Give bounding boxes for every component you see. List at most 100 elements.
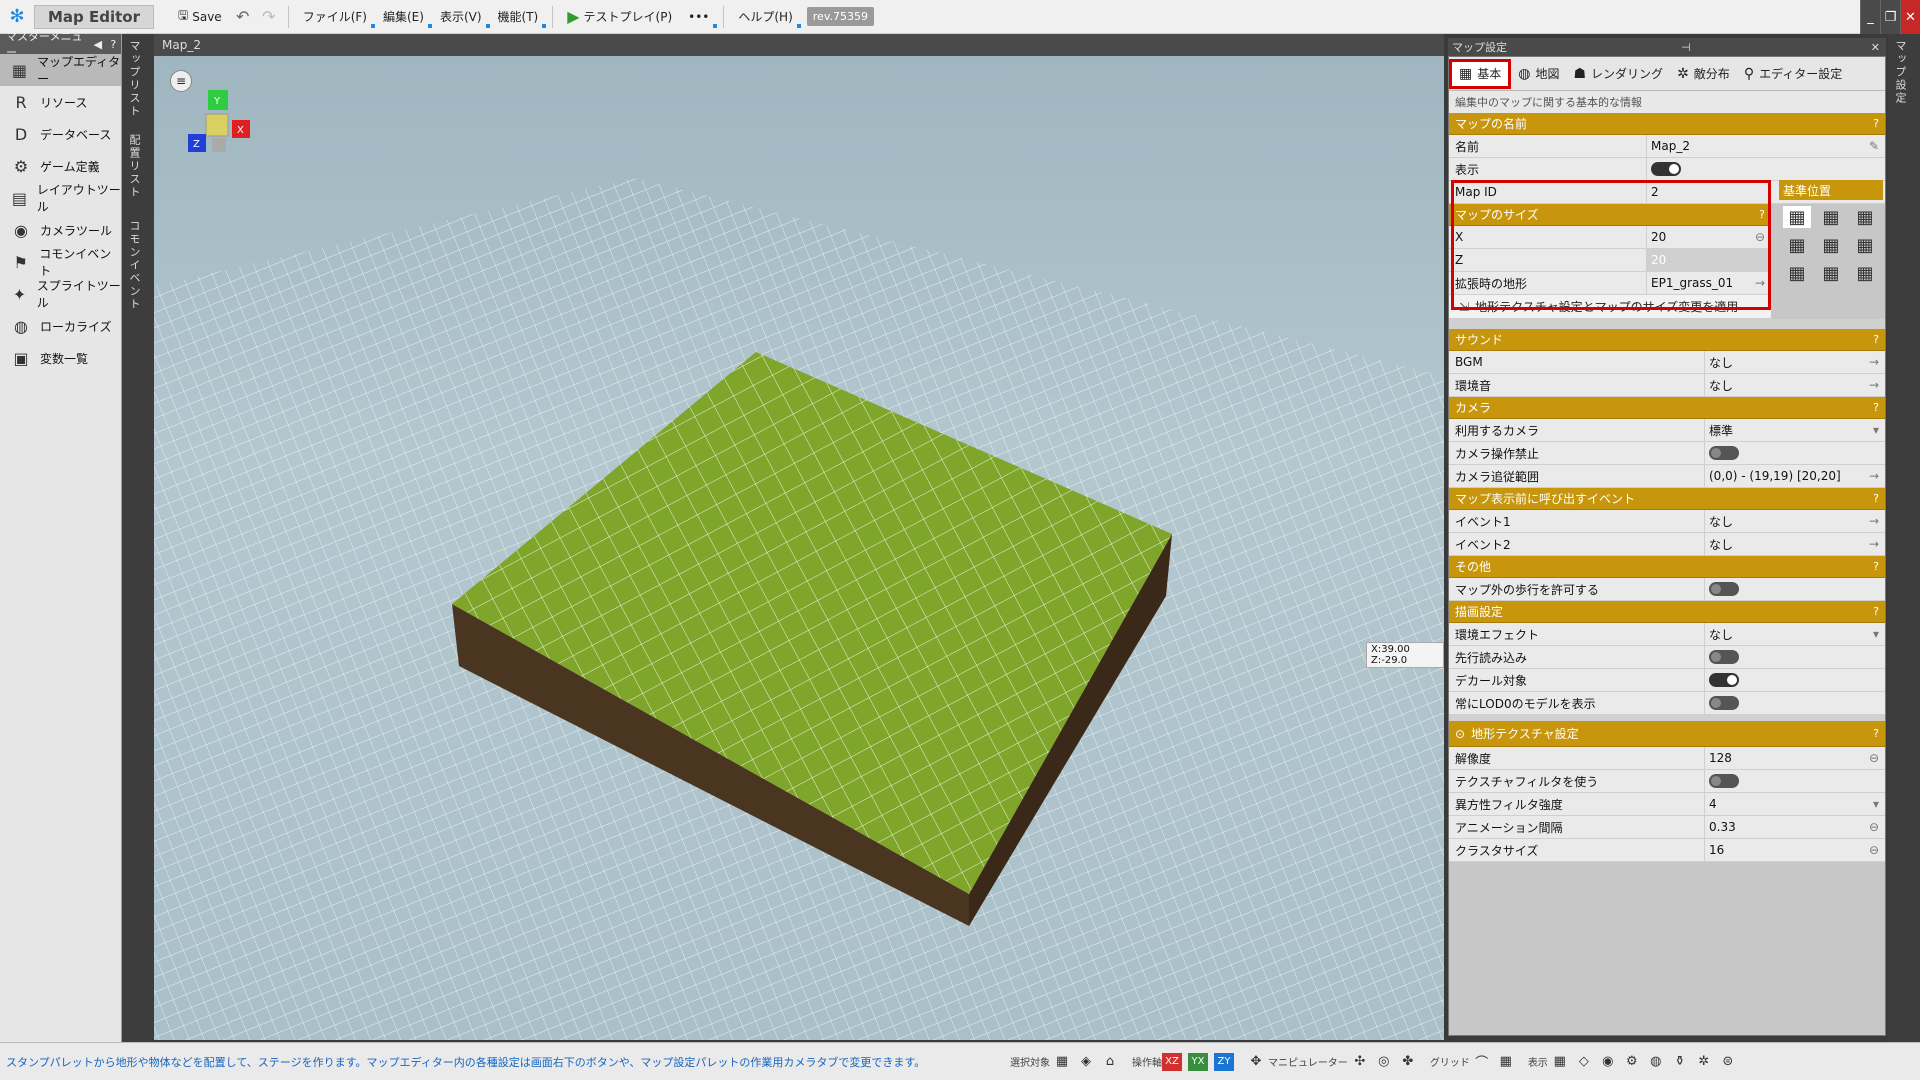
- menu-item-game-definition[interactable]: ⚙ ゲーム定義: [0, 150, 121, 182]
- menu-item-camera-tool[interactable]: ◉ カメラツール: [0, 214, 121, 246]
- lod0-toggle[interactable]: [1709, 696, 1739, 710]
- axis-zy-button[interactable]: ZY: [1214, 1052, 1234, 1071]
- tab-editor-settings[interactable]: ⚲ エディター設定: [1737, 59, 1849, 89]
- help-icon[interactable]: ?: [1873, 492, 1879, 505]
- save-button[interactable]: 🖫 Save: [170, 4, 230, 30]
- anchor-bottom-right-icon[interactable]: ▦: [1851, 262, 1879, 284]
- pin-icon[interactable]: ⊣: [1681, 41, 1691, 54]
- stepper-icon[interactable]: ⊖: [1755, 230, 1765, 244]
- display-cylinder-icon[interactable]: ⊜: [1716, 1050, 1740, 1074]
- display-cube-icon[interactable]: ◇: [1572, 1050, 1596, 1074]
- menu-item-sprite-tool[interactable]: ✦ スプライトツール: [0, 278, 121, 310]
- arrow-right-icon[interactable]: →: [1869, 355, 1879, 369]
- stepper-icon[interactable]: ⊖: [1869, 751, 1879, 765]
- manipulator-icon[interactable]: ✥: [1244, 1050, 1268, 1074]
- anchor-middle-left-icon[interactable]: ▦: [1783, 234, 1811, 256]
- display-globe-icon[interactable]: ◍: [1644, 1050, 1668, 1074]
- walk-outside-toggle[interactable]: [1709, 582, 1739, 596]
- menu-file[interactable]: ファイル(F): [295, 4, 375, 30]
- visible-toggle[interactable]: [1651, 162, 1681, 176]
- menu-edit[interactable]: 編集(E): [375, 4, 432, 30]
- edit-icon[interactable]: ✎: [1869, 139, 1879, 153]
- help-icon[interactable]: ?: [1873, 727, 1879, 740]
- side-tab-map-settings[interactable]: マップ設定: [1892, 40, 1908, 105]
- event1-field[interactable]: なし →: [1705, 510, 1885, 532]
- menu-tools[interactable]: 機能(T): [490, 4, 547, 30]
- select-object-icon[interactable]: ◈: [1074, 1050, 1098, 1074]
- maximize-icon[interactable]: ❐: [1880, 0, 1900, 34]
- display-bottle-icon[interactable]: ⚱: [1668, 1050, 1692, 1074]
- camera-select[interactable]: 標準 ▾: [1705, 419, 1885, 441]
- env-effect-select[interactable]: なし ▾: [1705, 623, 1885, 645]
- undo-icon[interactable]: ↶: [230, 4, 256, 30]
- redo-icon[interactable]: ↷: [256, 4, 282, 30]
- dropdown-icon[interactable]: ▾: [1873, 627, 1879, 641]
- select-grid-icon[interactable]: ▦: [1050, 1050, 1074, 1074]
- help-icon[interactable]: ?: [1873, 605, 1879, 618]
- menu-view[interactable]: 表示(V): [432, 4, 490, 30]
- help-icon[interactable]: ?: [106, 38, 121, 51]
- arrow-right-icon[interactable]: →: [1869, 514, 1879, 528]
- side-tab-map-list[interactable]: マップリスト: [126, 40, 142, 118]
- help-icon[interactable]: ?: [1873, 560, 1879, 573]
- decal-toggle[interactable]: [1709, 673, 1739, 687]
- tab-rendering[interactable]: ☗ レンダリング: [1566, 59, 1670, 89]
- grid-toggle-icon[interactable]: ▦: [1494, 1050, 1518, 1074]
- arrow-right-icon[interactable]: →: [1755, 276, 1765, 290]
- stepper-icon[interactable]: ⊖: [1869, 843, 1879, 857]
- anchor-center-icon[interactable]: ▦: [1817, 234, 1845, 256]
- display-camera-icon[interactable]: ◉: [1596, 1050, 1620, 1074]
- menu-item-map-editor[interactable]: ▦ マップエディター: [0, 54, 121, 86]
- axis-yx-button[interactable]: YX: [1188, 1052, 1208, 1071]
- event2-field[interactable]: なし →: [1705, 533, 1885, 555]
- move-gizmo-icon[interactable]: ✣: [1348, 1050, 1372, 1074]
- cluster-size-field[interactable]: 16 ⊖: [1705, 839, 1885, 861]
- resolution-field[interactable]: 128 ⊖: [1705, 747, 1885, 769]
- panel-close-icon[interactable]: ✕: [1871, 41, 1880, 54]
- display-gear-icon[interactable]: ⚙: [1620, 1050, 1644, 1074]
- testplay-button[interactable]: ▶ テストプレイ(P): [559, 4, 680, 30]
- anim-interval-field[interactable]: 0.33 ⊖: [1705, 816, 1885, 838]
- menu-help[interactable]: ヘルプ(H): [730, 4, 801, 30]
- select-building-icon[interactable]: ⌂: [1098, 1050, 1122, 1074]
- menu-item-localize[interactable]: ◍ ローカライズ: [0, 310, 121, 342]
- axis-gizmo-icon[interactable]: Y X Z: [174, 84, 264, 164]
- anchor-bottom-center-icon[interactable]: ▦: [1817, 262, 1845, 284]
- display-enemy-icon[interactable]: ✲: [1692, 1050, 1716, 1074]
- side-tab-placement-list[interactable]: 配置リスト: [126, 134, 142, 199]
- tab-basic[interactable]: ▦ 基本: [1449, 58, 1512, 89]
- tab-enemy-distribution[interactable]: ✲ 敵分布: [1670, 59, 1737, 89]
- expand-terrain-field[interactable]: EP1_grass_01 →: [1647, 272, 1771, 294]
- grid-arch-icon[interactable]: ⌒: [1470, 1050, 1494, 1074]
- size-x-field[interactable]: 20 ⊖: [1647, 226, 1771, 248]
- collapse-icon[interactable]: ◀: [90, 38, 105, 51]
- anchor-middle-right-icon[interactable]: ▦: [1851, 234, 1879, 256]
- anchor-top-right-icon[interactable]: ▦: [1851, 206, 1879, 228]
- menu-item-variables[interactable]: ▣ 変数一覧: [0, 342, 121, 374]
- menu-item-layout-tool[interactable]: ▤ レイアウトツール: [0, 182, 121, 214]
- help-icon[interactable]: ?: [1873, 401, 1879, 414]
- help-icon[interactable]: ?: [1759, 208, 1765, 221]
- arrow-right-icon[interactable]: →: [1869, 469, 1879, 483]
- close-icon[interactable]: ✕: [1900, 0, 1920, 34]
- menu-item-database[interactable]: D データベース: [0, 118, 121, 150]
- arrow-right-icon[interactable]: →: [1869, 378, 1879, 392]
- stepper-icon[interactable]: ⊖: [1869, 820, 1879, 834]
- scale-gizmo-icon[interactable]: ✤: [1396, 1050, 1420, 1074]
- menu-item-common-event[interactable]: ⚑ コモンイベント: [0, 246, 121, 278]
- arrow-right-icon[interactable]: →: [1869, 537, 1879, 551]
- name-field[interactable]: Map_2 ✎: [1647, 135, 1885, 157]
- side-tab-common-event[interactable]: コモンイベント: [126, 220, 142, 311]
- bgm-field[interactable]: なし →: [1705, 351, 1885, 373]
- map-viewport[interactable]: ≡ Y X Z X:39.00 Z:-29.0: [154, 56, 1444, 1040]
- dropdown-icon[interactable]: ▾: [1873, 423, 1879, 437]
- anchor-top-left-icon[interactable]: ▦: [1783, 206, 1811, 228]
- display-grid-icon[interactable]: ▦: [1548, 1050, 1572, 1074]
- preload-toggle[interactable]: [1709, 650, 1739, 664]
- camera-range-field[interactable]: (0,0) - (19,19) [20,20] →: [1705, 465, 1885, 487]
- axis-xz-button[interactable]: XZ: [1162, 1052, 1182, 1071]
- help-icon[interactable]: ?: [1873, 333, 1879, 346]
- help-icon[interactable]: ?: [1873, 117, 1879, 130]
- section-terrain-texture[interactable]: ⊙ 地形テクスチャ設定?: [1449, 721, 1885, 747]
- size-z-field[interactable]: 20: [1647, 249, 1771, 271]
